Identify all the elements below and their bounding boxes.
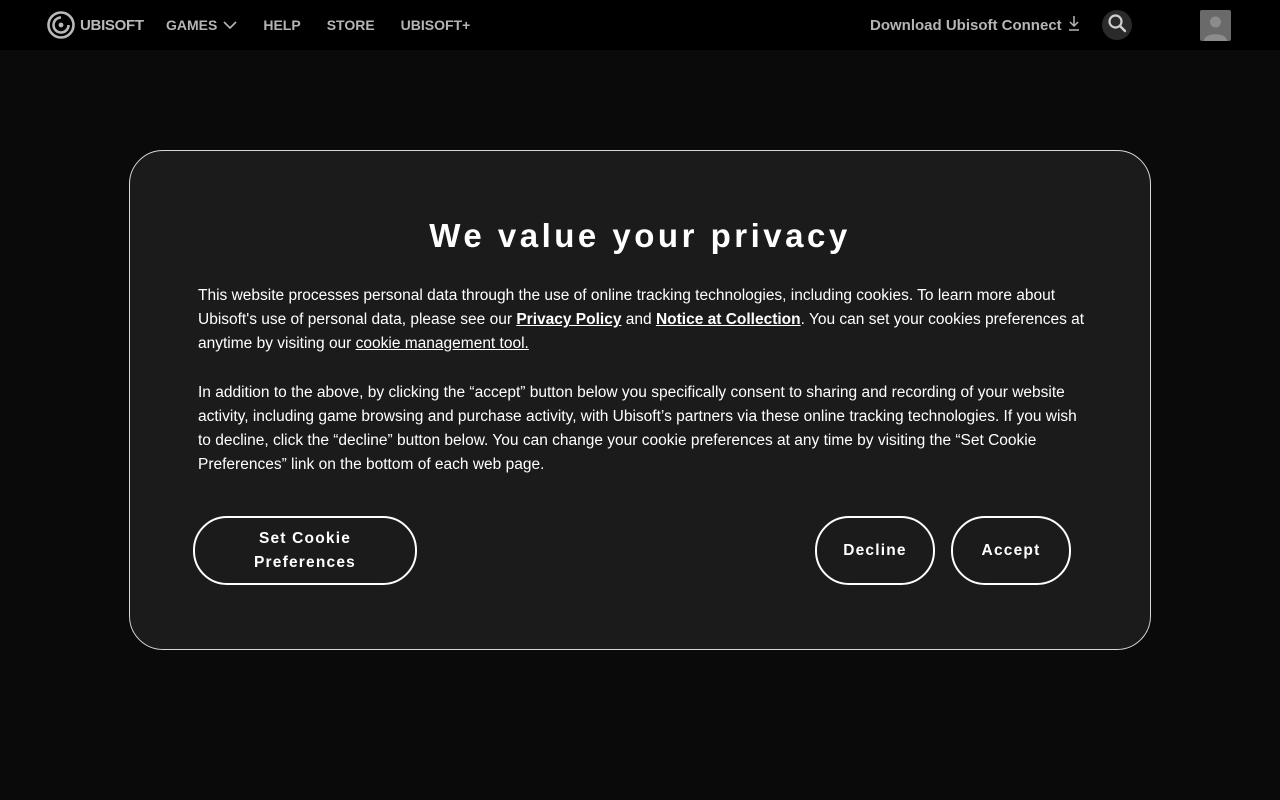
nav-games-label: GAMES [166,17,218,33]
main-nav: GAMES HELP STORE UBISOFT+ [166,0,496,50]
search-icon [1107,13,1127,38]
download-label: Download Ubisoft Connect [870,16,1062,34]
notice-at-collection-link[interactable]: Notice at Collection [656,311,801,328]
nav-store[interactable]: STORE [327,17,375,33]
brand-name: UBISOFT [80,16,144,34]
ubisoft-logo-icon [47,11,75,39]
cookie-management-tool-link[interactable]: cookie management tool. [356,335,529,352]
nav-help[interactable]: HELP [263,17,300,33]
decline-button[interactable]: Decline [815,516,935,585]
nav-store-label: STORE [326,17,375,33]
para1-text-b: and [621,311,656,328]
top-navigation: UBISOFT GAMES HELP STORE UBISOFT+ Downlo… [0,0,1280,50]
nav-help-label: HELP [263,17,301,33]
user-avatar-icon [1200,16,1231,41]
nav-ubisoft-plus[interactable]: UBISOFT+ [401,17,471,33]
nav-games[interactable]: GAMES [166,17,237,33]
set-cookie-preferences-button[interactable]: Set Cookie Preferences [193,516,417,585]
download-icon [1068,15,1080,35]
privacy-paragraph-2: In addition to the above, by clicking th… [198,384,1077,473]
download-ubisoft-connect-link[interactable]: Download Ubisoft Connect [870,0,1080,50]
privacy-policy-link[interactable]: Privacy Policy [516,311,621,328]
chevron-down-icon [223,17,237,33]
privacy-paragraph-1: This website processes personal data thr… [198,284,1088,356]
user-avatar[interactable] [1200,10,1231,41]
nav-ubisoft-plus-label: UBISOFT+ [400,17,471,33]
search-button[interactable] [1102,10,1132,40]
accept-button[interactable]: Accept [951,516,1071,585]
ubisoft-logo[interactable]: UBISOFT [47,9,144,41]
modal-title: We value your privacy [429,217,851,254]
